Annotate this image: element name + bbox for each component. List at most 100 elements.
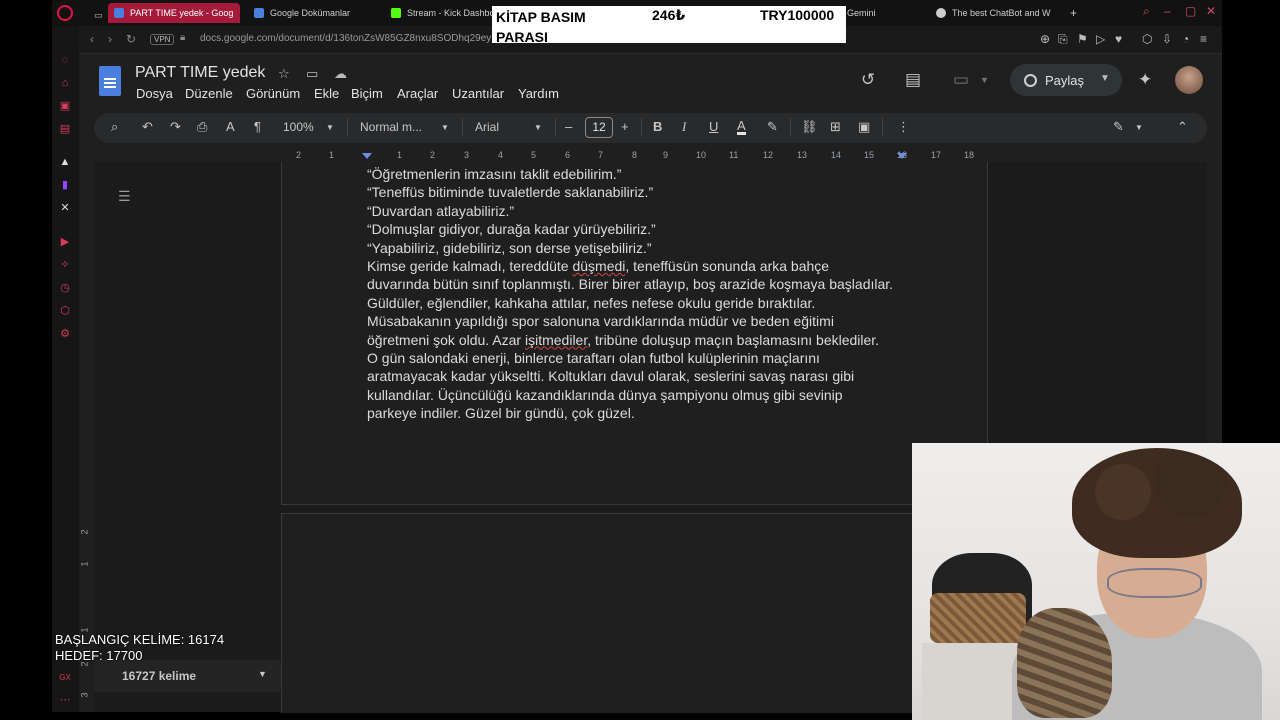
search-icon[interactable]: ⌕ bbox=[1143, 4, 1150, 19]
document-title[interactable]: PART TIME yedek bbox=[135, 64, 265, 82]
document-line[interactable]: öğretmeni şok oldu. Azar işitmediler, tr… bbox=[367, 331, 927, 349]
document-page[interactable] bbox=[281, 513, 988, 713]
document-line[interactable]: “Yapabiliriz, gidebiliriz, son derse yet… bbox=[367, 239, 927, 257]
document-line[interactable]: kullandılar. Üçüncülüğü kazandıklarında … bbox=[367, 386, 927, 404]
tab-gemini[interactable]: Gemini bbox=[841, 3, 901, 23]
italic-icon[interactable]: I bbox=[682, 119, 686, 135]
link-icon[interactable]: ⛓ bbox=[801, 119, 818, 135]
menu-file[interactable]: Dosya bbox=[136, 86, 173, 101]
docs-logo-icon[interactable] bbox=[99, 66, 121, 96]
extensions-icon[interactable]: ⬡ bbox=[59, 305, 71, 317]
bold-icon[interactable]: B bbox=[653, 119, 662, 134]
document-line[interactable]: O gün salondaki enerji, binlerce tarafta… bbox=[367, 349, 927, 367]
tab-chatbot[interactable]: The best ChatBot and W bbox=[930, 3, 1066, 23]
avatar[interactable] bbox=[1175, 66, 1203, 94]
highlight-icon[interactable]: ✎ bbox=[767, 119, 778, 135]
forward-icon[interactable]: › bbox=[108, 32, 112, 46]
tab-kick-stream[interactable]: Stream - Kick Dashbo bbox=[385, 3, 495, 23]
history-icon[interactable]: ◷ bbox=[59, 282, 71, 294]
comments-icon[interactable]: ▤ bbox=[905, 70, 921, 90]
share-dropdown-icon[interactable]: ▼ bbox=[1100, 73, 1110, 84]
menu-tools[interactable]: Araçlar bbox=[397, 86, 438, 101]
downloads-icon[interactable]: ⇩ bbox=[1162, 32, 1172, 46]
minimize-icon[interactable]: – bbox=[1164, 4, 1171, 18]
twitch-icon[interactable]: ▮ bbox=[59, 179, 71, 191]
chevron-down-icon[interactable]: ▼ bbox=[441, 123, 449, 132]
redo-icon[interactable]: ↷ bbox=[170, 119, 181, 135]
profile-icon[interactable]: ◔ bbox=[1182, 32, 1189, 46]
close-icon[interactable]: ✕ bbox=[1206, 4, 1216, 18]
chevron-down-icon[interactable]: ▼ bbox=[326, 123, 334, 132]
maximize-icon[interactable]: ▢ bbox=[1185, 4, 1196, 18]
menu-insert[interactable]: Ekle bbox=[314, 86, 339, 101]
version-history-icon[interactable]: ↺ bbox=[861, 70, 875, 90]
document-line[interactable]: aratmayacak kadar yükseltti. Koltukları … bbox=[367, 367, 927, 385]
undo-icon[interactable]: ↶ bbox=[142, 119, 153, 135]
back-icon[interactable]: ‹ bbox=[90, 32, 94, 46]
reload-icon[interactable]: ↻ bbox=[126, 32, 136, 46]
underline-icon[interactable]: U bbox=[709, 119, 718, 134]
chevron-down-icon[interactable]: ▼ bbox=[258, 669, 267, 679]
document-line[interactable]: “Duvardan atlayabiliriz.” bbox=[367, 202, 927, 220]
text-color-icon[interactable]: A bbox=[737, 119, 746, 135]
chevron-down-icon[interactable]: ▼ bbox=[980, 75, 989, 85]
wallet-icon[interactable]: ▤ bbox=[59, 123, 71, 135]
settings-icon[interactable]: ⚙ bbox=[59, 328, 71, 340]
messenger-icon[interactable]: ▣ bbox=[59, 100, 71, 112]
left-indent-marker[interactable] bbox=[362, 153, 372, 159]
heart-icon[interactable]: ♥ bbox=[1115, 32, 1122, 46]
print-icon[interactable]: ⎙ bbox=[197, 119, 207, 135]
increase-font-icon[interactable]: + bbox=[621, 119, 629, 134]
play-icon[interactable]: ▷ bbox=[1096, 32, 1105, 46]
extensions-icon[interactable]: ⬡ bbox=[1142, 32, 1152, 46]
move-folder-icon[interactable]: ▭ bbox=[306, 66, 318, 82]
document-line[interactable]: duvarında bütün sınıf toplanmıştı. Birer… bbox=[367, 275, 927, 293]
editing-mode-icon[interactable]: ✎ bbox=[1113, 119, 1124, 135]
menu-icon[interactable]: ≡ bbox=[1200, 32, 1207, 46]
url-field[interactable]: docs.google.com/document/d/136tonZsW85GZ… bbox=[200, 33, 491, 44]
document-line[interactable]: “Dolmuşlar gidiyor, durağa kadar yürüyeb… bbox=[367, 220, 927, 238]
font-size-input[interactable]: 12 bbox=[585, 117, 613, 138]
menu-view[interactable]: Görünüm bbox=[246, 86, 300, 101]
bookmark-icon[interactable]: ⚑ bbox=[1077, 32, 1088, 46]
document-body[interactable]: “Öğretmenlerin imzasını taklit edebiliri… bbox=[367, 165, 927, 423]
vpn-badge[interactable]: VPN bbox=[150, 34, 175, 45]
opera-logo-icon[interactable] bbox=[57, 5, 73, 21]
style-select[interactable]: Normal m... bbox=[360, 120, 422, 134]
tweet-icon[interactable]: ▲ bbox=[59, 156, 71, 168]
decrease-font-icon[interactable]: – bbox=[565, 119, 572, 134]
search-menus-icon[interactable]: ⌕ bbox=[111, 119, 118, 135]
chevron-down-icon[interactable]: ▼ bbox=[534, 123, 542, 132]
meet-icon[interactable]: ▭ bbox=[953, 70, 969, 90]
gemini-icon[interactable]: ✦ bbox=[1138, 70, 1152, 90]
tab-menu-icon[interactable]: ▭ bbox=[88, 5, 109, 25]
more-icon[interactable]: ⋯ bbox=[59, 694, 71, 706]
opera-aria-icon[interactable]: ◌ bbox=[59, 54, 71, 66]
document-line[interactable]: “Teneffüs bitiminde tuvaletlerde saklana… bbox=[367, 183, 927, 201]
gx-icon[interactable]: GX bbox=[59, 672, 71, 684]
star-icon[interactable]: ☆ bbox=[278, 66, 290, 82]
hide-menus-icon[interactable]: ⌃ bbox=[1177, 119, 1188, 135]
font-select[interactable]: Arial bbox=[475, 120, 499, 134]
document-line[interactable]: “Öğretmenlerin imzasını taklit edebiliri… bbox=[367, 165, 927, 183]
insert-image-icon[interactable]: ▣ bbox=[858, 119, 870, 135]
pin-icon[interactable]: ✧ bbox=[59, 259, 71, 271]
menu-edit[interactable]: Düzenle bbox=[185, 86, 233, 101]
document-line[interactable]: Kimse geride kalmadı, tereddüte düşmedi,… bbox=[367, 257, 927, 275]
zoom-icon[interactable]: ⊕ bbox=[1040, 32, 1050, 46]
menu-help[interactable]: Yardım bbox=[518, 86, 559, 101]
player-icon[interactable]: ▶ bbox=[59, 236, 71, 248]
right-indent-marker[interactable] bbox=[897, 153, 907, 159]
snapshot-icon[interactable]: ⎘ bbox=[1058, 32, 1068, 47]
extension-icon[interactable]: ⌂ bbox=[59, 77, 71, 89]
tab-part-time[interactable]: PART TIME yedek - Goog bbox=[108, 3, 240, 23]
menu-extensions[interactable]: Uzantılar bbox=[452, 86, 504, 101]
zoom-select[interactable]: 100% bbox=[283, 120, 314, 134]
paint-format-icon[interactable]: ¶ bbox=[254, 119, 261, 134]
new-tab-button[interactable]: + bbox=[1064, 3, 1083, 23]
menu-format[interactable]: Biçim bbox=[351, 86, 383, 101]
tab-google-docs[interactable]: Google Dokümanlar bbox=[248, 3, 378, 23]
x-icon[interactable]: ✕ bbox=[59, 202, 71, 214]
add-comment-icon[interactable]: ⊞ bbox=[830, 119, 841, 135]
document-line[interactable]: Güldüler, eğlendiler, kahkaha attılar, n… bbox=[367, 294, 927, 312]
